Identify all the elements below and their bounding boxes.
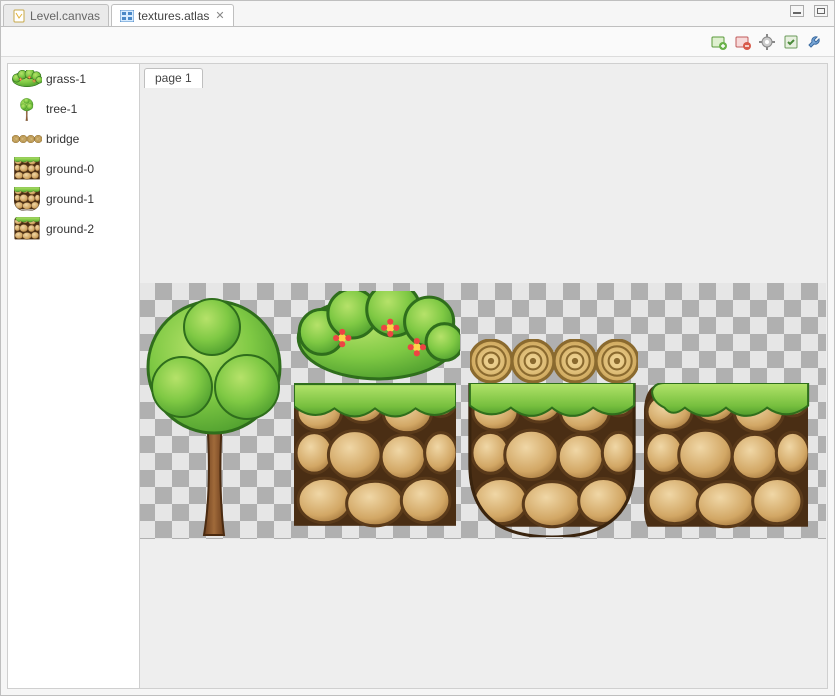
settings-button[interactable] — [758, 33, 776, 51]
sprite-tree[interactable] — [148, 299, 280, 535]
build-button[interactable] — [782, 33, 800, 51]
sidebar-item-label: ground-0 — [46, 162, 94, 176]
page-tab-label: page 1 — [155, 71, 192, 85]
sprite-list: grass-1 tree-1 bridge ground-0 ground-1 … — [8, 64, 140, 688]
remove-image-button[interactable] — [734, 33, 752, 51]
sprite-ground-2[interactable] — [644, 383, 809, 527]
thumb-tree-icon — [12, 98, 42, 120]
page-tab-1[interactable]: page 1 — [144, 68, 203, 88]
tab-textures-atlas[interactable]: textures.atlas ✕ — [111, 4, 234, 26]
thumb-ground0-icon — [12, 158, 42, 180]
thumb-ground1-icon — [12, 188, 42, 210]
sidebar-item-ground-0[interactable]: ground-0 — [8, 154, 139, 184]
content-area: grass-1 tree-1 bridge ground-0 ground-1 … — [7, 63, 828, 689]
maximize-button[interactable] — [814, 5, 828, 17]
sidebar-item-ground-2[interactable]: ground-2 — [8, 214, 139, 244]
sprite-ground-1[interactable] — [470, 383, 635, 537]
sidebar-item-label: grass-1 — [46, 72, 86, 86]
sidebar-item-tree-1[interactable]: tree-1 — [8, 94, 139, 124]
atlas-stage — [140, 283, 826, 539]
thumb-grass-icon — [12, 68, 42, 90]
close-icon[interactable]: ✕ — [215, 9, 224, 22]
sidebar-item-bridge[interactable]: bridge — [8, 124, 139, 154]
page-tabbar: page 1 — [140, 64, 827, 88]
tab-label: Level.canvas — [30, 9, 100, 23]
tab-level-canvas[interactable]: Level.canvas — [3, 4, 109, 26]
add-image-button[interactable] — [710, 33, 728, 51]
thumb-bridge-icon — [12, 128, 42, 150]
atlas-toolbar — [1, 27, 834, 57]
sidebar-item-label: tree-1 — [46, 102, 77, 116]
sidebar-item-label: ground-2 — [46, 222, 94, 236]
sprite-grass[interactable] — [298, 283, 463, 379]
pack-wrench-button[interactable] — [806, 33, 824, 51]
sidebar-item-grass-1[interactable]: grass-1 — [8, 64, 139, 94]
sidebar-item-label: ground-1 — [46, 192, 94, 206]
sidebar-item-label: bridge — [46, 132, 79, 146]
editor-window: Level.canvas textures.atlas ✕ — [0, 0, 835, 696]
canvas-file-icon — [12, 9, 26, 23]
sidebar-item-ground-1[interactable]: ground-1 — [8, 184, 139, 214]
atlas-canvas[interactable] — [140, 88, 827, 688]
minimize-button[interactable] — [790, 5, 804, 17]
sprite-bridge[interactable] — [470, 340, 638, 382]
thumb-ground2-icon — [12, 218, 42, 240]
tab-label: textures.atlas — [138, 9, 209, 23]
window-controls — [790, 5, 828, 17]
atlas-sprites — [140, 283, 826, 539]
atlas-main: page 1 — [140, 64, 827, 688]
editor-tabbar: Level.canvas textures.atlas ✕ — [1, 1, 834, 27]
sprite-ground-0[interactable] — [294, 384, 457, 526]
atlas-file-icon — [120, 9, 134, 23]
